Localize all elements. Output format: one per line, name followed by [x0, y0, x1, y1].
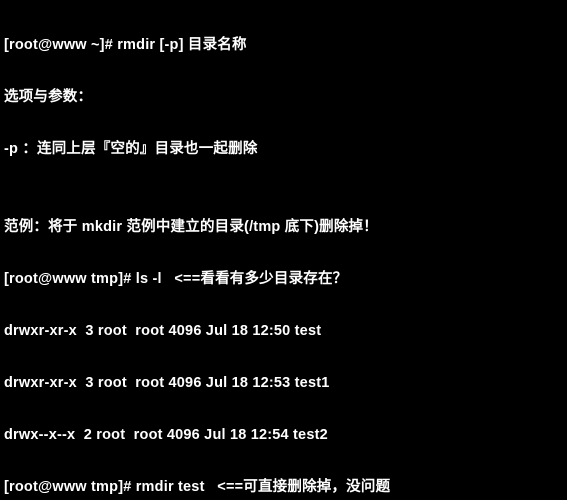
ls-output-test2: drwx--x--x 2 root root 4096 Jul 18 12:54… — [4, 422, 563, 448]
cmd-rmdir-test: [root@www tmp]# rmdir test <==可直接删除掉，没问题 — [4, 474, 563, 500]
cmd-line-syntax: [root@www ~]# rmdir [-p] 目录名称 — [4, 32, 563, 58]
option-p-desc: -p ：连同上层『空的』目录也一起删除 — [4, 136, 563, 162]
cmd-ls: [root@www tmp]# ls -l <==看看有多少目录存在？ — [4, 266, 563, 292]
ls-output-test: drwxr-xr-x 3 root root 4096 Jul 18 12:50… — [4, 318, 563, 344]
example-header: 范例：将于 mkdir 范例中建立的目录(/tmp 底下)删除掉！ — [4, 214, 563, 240]
ls-output-test1: drwxr-xr-x 3 root root 4096 Jul 18 12:53… — [4, 370, 563, 396]
options-header: 选项与参数： — [4, 84, 563, 110]
terminal-output: [root@www ~]# rmdir [-p] 目录名称 选项与参数： -p … — [0, 0, 567, 500]
